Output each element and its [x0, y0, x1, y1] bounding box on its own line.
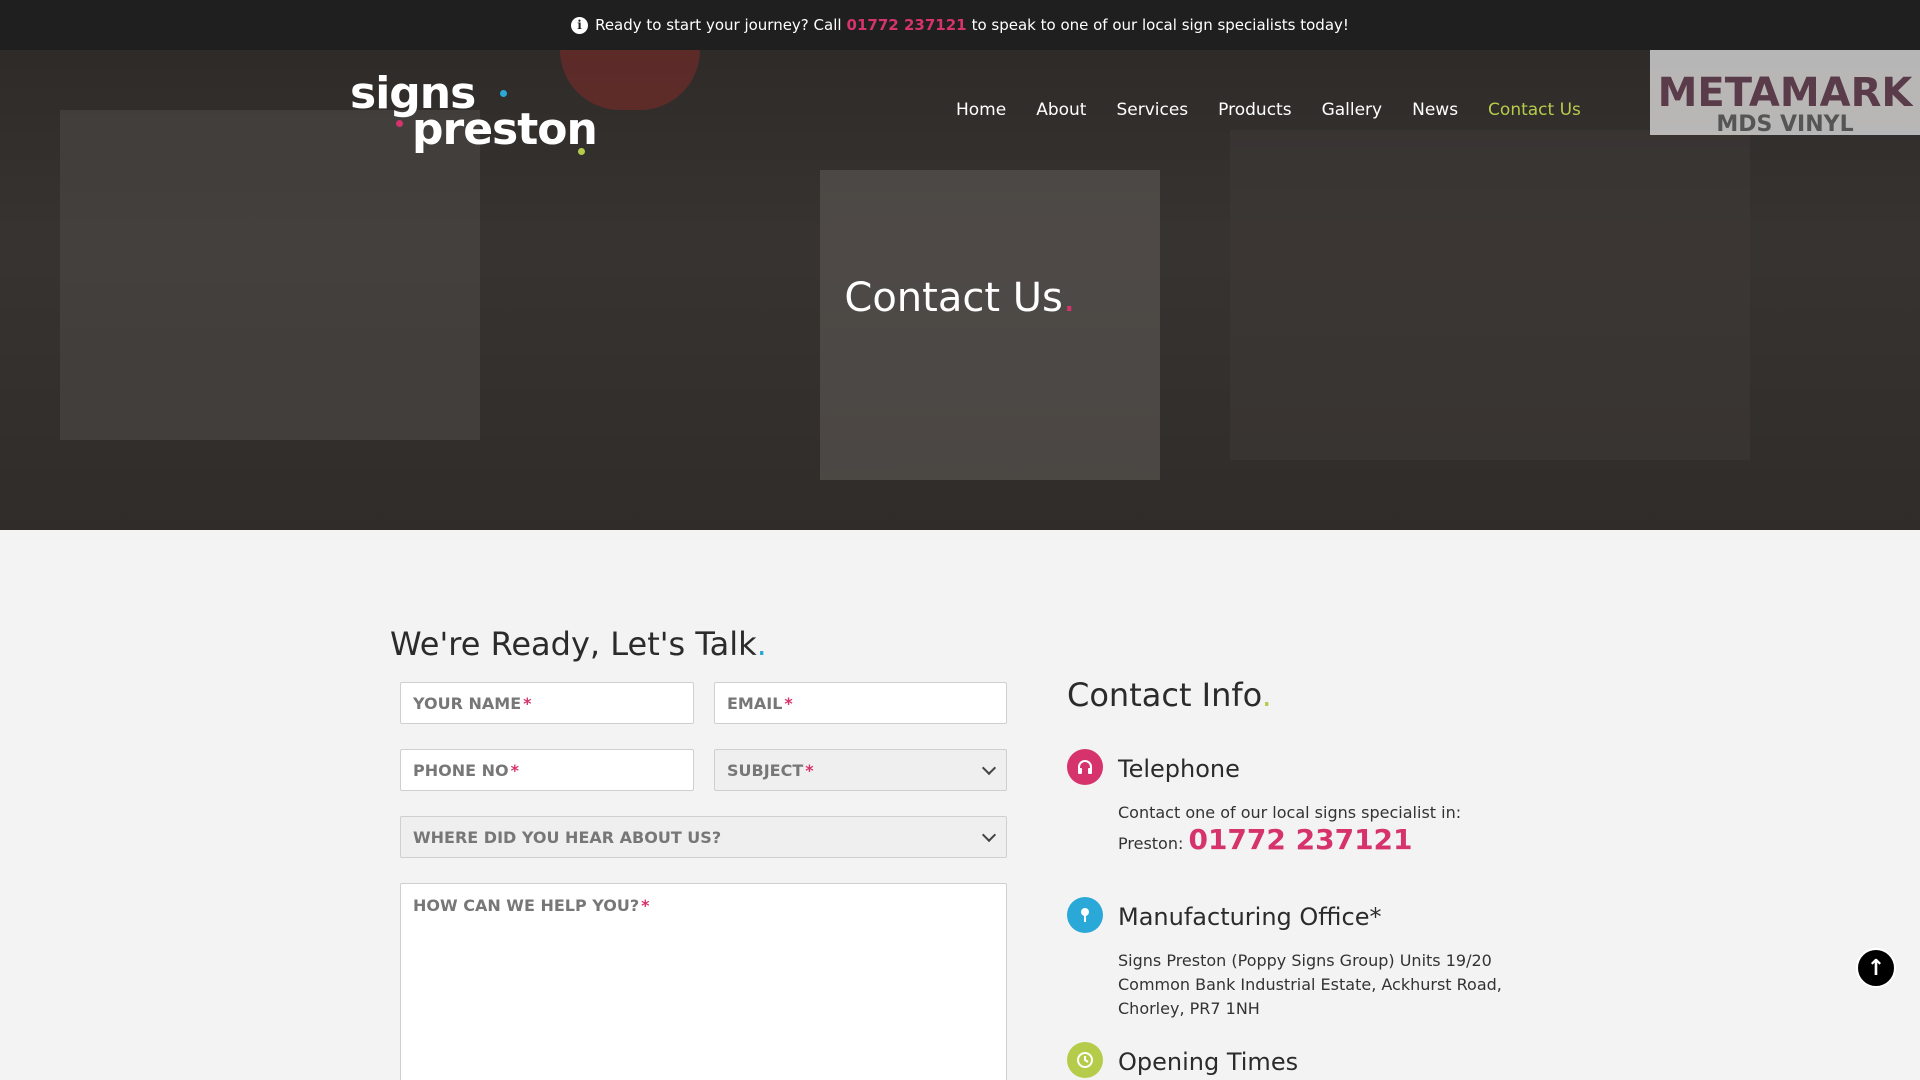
phone-placeholder: PHONE NO [413, 760, 509, 780]
clock-icon [1067, 1042, 1103, 1078]
logo-line2: preston [412, 104, 598, 155]
info-icon: i [571, 16, 589, 34]
topbar-phone-link[interactable]: 01772 237121 [847, 16, 967, 34]
top-info-bar: i Ready to start your journey? Call 0177… [0, 0, 1920, 50]
telephone-location: Preston: [1118, 834, 1184, 853]
main-nav: Home About Services Products Gallery New… [956, 100, 1611, 120]
contact-info-title: Contact Info. [1067, 676, 1272, 714]
chevron-down-icon [981, 827, 997, 843]
site-logo[interactable]: signs preston [350, 68, 598, 158]
name-field[interactable]: YOUR NAME * [400, 682, 694, 724]
arrow-up-icon: ↑ [1866, 955, 1886, 981]
message-placeholder: HOW CAN WE HELP YOU? [413, 896, 640, 915]
hero-banner: METAMARK MDS VINYL signs preston Home Ab… [0, 50, 1920, 530]
subject-select[interactable]: SUBJECT * [714, 749, 1007, 791]
topbar-text-after: to speak to one of our local sign specia… [971, 16, 1349, 34]
telephone-number-link[interactable]: 01772 237121 [1188, 823, 1412, 856]
banner-line1: METAMARK [1657, 70, 1913, 116]
source-placeholder: WHERE DID YOU HEAR ABOUT US? [413, 827, 722, 847]
contact-info-title-text: Contact Info [1067, 676, 1262, 714]
source-select[interactable]: WHERE DID YOU HEAR ABOUT US? [400, 816, 1007, 858]
headphones-icon [1067, 749, 1103, 785]
nav-products[interactable]: Products [1218, 100, 1291, 120]
office-address-line2: Common Bank Industrial Estate, Ackhurst … [1118, 975, 1502, 994]
name-placeholder: YOUR NAME [413, 693, 522, 713]
telephone-line: Preston: 01772 237121 [1118, 826, 1413, 856]
map-pin-icon [1067, 897, 1103, 933]
page-title: Contact Us. [844, 275, 1076, 321]
office-address-line3: Chorley, PR7 1NH [1118, 999, 1260, 1018]
office-address: Signs Preston (Poppy Signs Group) Units … [1118, 949, 1502, 1021]
email-placeholder: EMAIL [727, 693, 783, 713]
nav-home[interactable]: Home [956, 100, 1006, 120]
subject-placeholder: SUBJECT [727, 760, 804, 780]
opening-times-heading: Opening Times [1118, 1048, 1299, 1076]
nav-about[interactable]: About [1036, 100, 1086, 120]
form-title-text: We're Ready, Let's Talk [390, 625, 757, 663]
office-address-line1: Signs Preston (Poppy Signs Group) Units … [1118, 951, 1492, 970]
office-heading: Manufacturing Office* [1118, 903, 1382, 931]
page-title-text: Contact Us [844, 275, 1063, 321]
topbar-text-before: Ready to start your journey? Call [595, 16, 842, 34]
hero-background-banner: METAMARK MDS VINYL [1650, 50, 1920, 137]
phone-field[interactable]: PHONE NO * [400, 749, 694, 791]
nav-news[interactable]: News [1412, 100, 1458, 120]
nav-services[interactable]: Services [1116, 100, 1188, 120]
telephone-text: Contact one of our local signs specialis… [1118, 803, 1462, 822]
form-title: We're Ready, Let's Talk. [390, 625, 767, 663]
scroll-to-top-button[interactable]: ↑ [1856, 948, 1896, 988]
telephone-heading: Telephone [1118, 755, 1240, 783]
nav-gallery[interactable]: Gallery [1322, 100, 1383, 120]
message-textarea[interactable]: HOW CAN WE HELP YOU? * [400, 883, 1007, 1080]
email-field[interactable]: EMAIL * [714, 682, 1007, 724]
nav-contact-us[interactable]: Contact Us [1488, 100, 1581, 120]
chevron-down-icon [981, 760, 997, 776]
